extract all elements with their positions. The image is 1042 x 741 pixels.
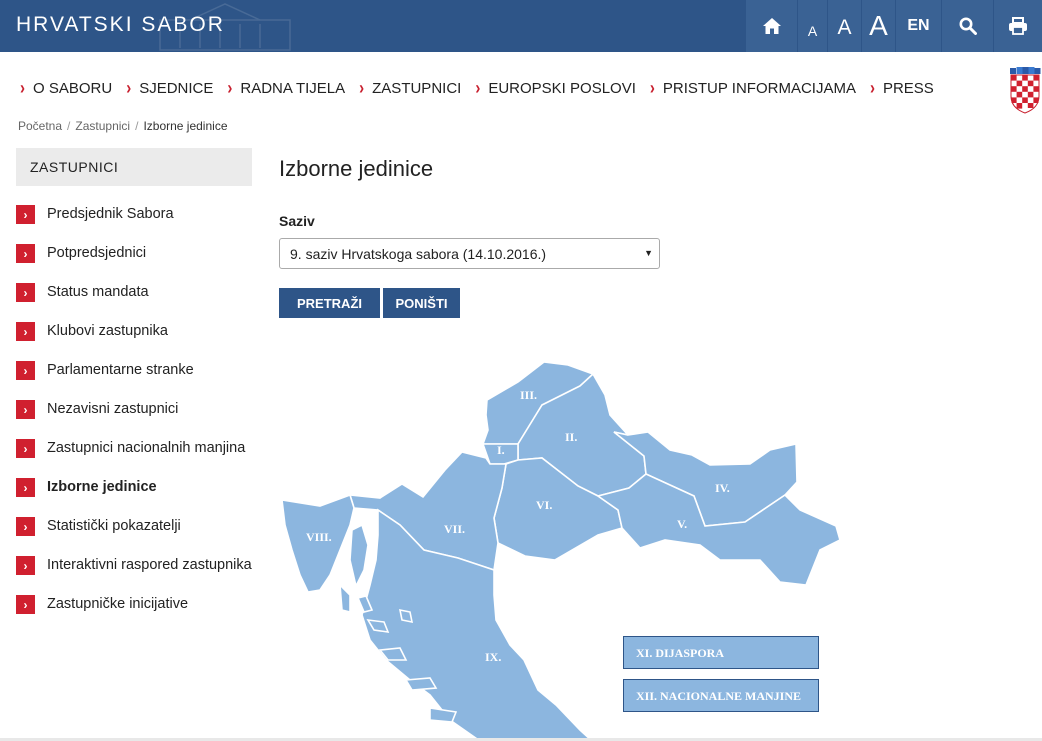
chevron-right-icon: › <box>16 283 35 302</box>
chevron-right-icon: › <box>649 78 655 99</box>
font-size-medium-button[interactable]: A <box>827 0 861 52</box>
breadcrumb-current: Izborne jedinice <box>143 119 228 133</box>
sidebar-title: ZASTUPNICI <box>16 148 252 186</box>
search-submit-button[interactable]: PRETRAŽI <box>279 288 380 318</box>
sidebar-item-parlamentarne-stranke[interactable]: › Parlamentarne stranke <box>16 358 252 397</box>
sidebar-item-klubovi-zastupnika[interactable]: › Klubovi zastupnika <box>16 319 252 358</box>
chevron-right-icon: › <box>16 322 35 341</box>
nav-item-sjednice[interactable]: › SJEDNICE <box>126 78 213 99</box>
chevron-right-icon: › <box>16 361 35 380</box>
print-icon <box>1009 17 1027 35</box>
search-button[interactable] <box>941 0 993 52</box>
region-label-vi: VI. <box>536 498 552 512</box>
region-label-iv: IV. <box>715 481 730 495</box>
chevron-right-icon: › <box>126 78 132 99</box>
chevron-right-icon: › <box>16 439 35 458</box>
chevron-right-icon: › <box>475 78 481 99</box>
nav-item-pristup-informacijama[interactable]: › PRISTUP INFORMACIJAMA <box>649 78 856 99</box>
breadcrumb-home-link[interactable]: Početna <box>18 119 62 133</box>
chevron-right-icon: › <box>16 478 35 497</box>
search-icon <box>959 17 977 35</box>
nav-item-o-saboru[interactable]: › O SABORU <box>20 78 112 99</box>
language-button[interactable]: EN <box>895 0 941 52</box>
nav-item-zastupnici[interactable]: › ZASTUPNICI <box>359 78 461 99</box>
chevron-right-icon: › <box>16 595 35 614</box>
sidebar-menu: › Predsjednik Sabora › Potpredsjednici › St… <box>16 202 252 631</box>
chevron-right-icon: › <box>227 78 233 99</box>
nav-item-press[interactable]: › PRESS <box>869 78 934 99</box>
sidebar-item-statisticki-pokazatelji[interactable]: › Statistički pokazatelji <box>16 514 252 553</box>
sidebar-item-status-mandata[interactable]: › Status mandata <box>16 280 252 319</box>
reset-button[interactable]: PONIŠTI <box>383 288 460 318</box>
region-label-ix: IX. <box>485 650 501 664</box>
breadcrumb-separator: / <box>67 119 71 133</box>
breadcrumb-separator: / <box>135 119 139 133</box>
region-label-viii: VIII. <box>306 530 332 544</box>
sidebar-item-predsjednik-sabora[interactable]: › Predsjednik Sabora <box>16 202 252 241</box>
region-label-i: I. <box>497 443 505 457</box>
font-size-large-button[interactable]: A <box>861 0 895 52</box>
region-label-v: V. <box>677 517 687 531</box>
nav-item-radna-tijela[interactable]: › RADNA TIJELA <box>227 78 345 99</box>
croatian-coat-of-arms-icon[interactable] <box>1008 66 1042 114</box>
sidebar-item-nezavisni-zastupnici[interactable]: › Nezavisni zastupnici <box>16 397 252 436</box>
sidebar-item-zastupnici-nacionalnih-manjina[interactable]: › Zastupnici nacionalnih manjina <box>16 436 252 475</box>
region-xi-dijaspora[interactable]: XI. DIJASPORA <box>623 636 819 669</box>
sidebar-item-potpredsjednici[interactable]: › Potpredsjednici <box>16 241 252 280</box>
home-icon <box>762 18 781 34</box>
sidebar-item-zastupnicke-inicijative[interactable]: › Zastupničke inicijative <box>16 592 252 631</box>
chevron-right-icon: › <box>869 78 875 99</box>
region-label-iii: III. <box>520 388 537 402</box>
page-title: Izborne jedinice <box>279 156 434 181</box>
saziv-label: Saziv <box>279 213 315 229</box>
chevron-right-icon: › <box>16 400 35 419</box>
chevron-right-icon: › <box>359 78 365 99</box>
dropdown-arrow-icon: ▼ <box>644 248 653 258</box>
sidebar-item-interaktivni-raspored[interactable]: › Interaktivni raspored zastupnika <box>16 553 252 592</box>
chevron-right-icon: › <box>20 78 25 99</box>
chevron-right-icon: › <box>16 205 35 224</box>
region-label-ii: II. <box>565 430 577 444</box>
saziv-selected-value: 9. saziv Hrvatskoga sabora (14.10.2016.) <box>290 246 547 262</box>
sidebar-item-izborne-jedinice[interactable]: › Izborne jedinice <box>16 475 252 514</box>
main-navigation: › O SABORU › SJEDNICE › RADNA TIJELA › ZASTU… <box>20 78 948 99</box>
saziv-select[interactable]: 9. saziv Hrvatskoga sabora (14.10.2016.)… <box>279 238 660 269</box>
font-size-small-button[interactable]: A <box>797 0 827 52</box>
nav-item-europski-poslovi[interactable]: › EUROPSKI POSLOVI <box>475 78 636 99</box>
breadcrumb: Početna / Zastupnici / Izborne jedinice <box>18 119 228 133</box>
home-button[interactable] <box>745 0 797 52</box>
region-label-vii: VII. <box>444 522 465 536</box>
top-header: HRVATSKI SABOR A A A EN <box>0 0 1042 52</box>
print-button[interactable] <box>993 0 1042 52</box>
breadcrumb-zastupnici-link[interactable]: Zastupnici <box>75 119 130 133</box>
region-xii-nacionalne-manjine[interactable]: XII. NACIONALNE MANJINE <box>623 679 819 712</box>
chevron-right-icon: › <box>16 556 35 575</box>
chevron-right-icon: › <box>16 517 35 536</box>
parliament-building-watermark <box>159 3 291 51</box>
chevron-right-icon: › <box>16 244 35 263</box>
